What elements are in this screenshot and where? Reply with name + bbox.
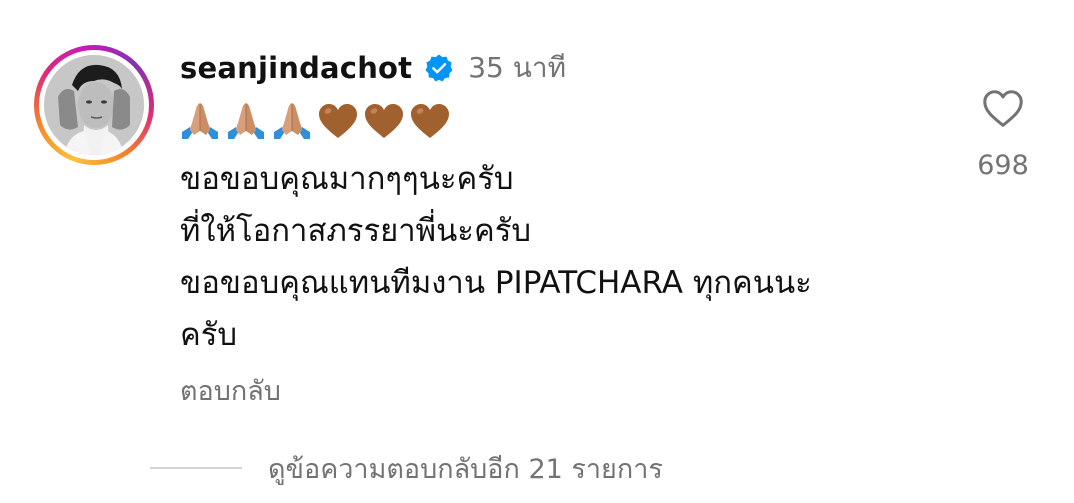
- like-count: 698: [977, 150, 1029, 181]
- comment-line: ที่ให้โอกาสภรรยาพี่นะครับ: [180, 213, 532, 249]
- verified-badge-icon: [424, 53, 454, 83]
- emoji-row: [178, 99, 452, 143]
- brown-heart-icon: [408, 99, 452, 143]
- view-replies-label[interactable]: ดูข้อความตอบกลับอีก 21 รายการ: [268, 447, 663, 490]
- view-replies-button[interactable]: ดูข้อความตอบกลับอีก 21 รายการ: [150, 446, 663, 490]
- username-link[interactable]: seanjindachot: [180, 51, 412, 85]
- brown-heart-icon: [316, 99, 360, 143]
- comment-timestamp: 35 นาที: [468, 51, 567, 84]
- reply-button[interactable]: ตอบกลับ: [180, 372, 281, 412]
- avatar[interactable]: [44, 55, 144, 155]
- brown-heart-icon: [362, 99, 406, 143]
- comment-line: ขอขอบคุณมากๆๆนะครับ: [180, 161, 514, 197]
- comment-line: ขอขอบคุณแทนทีมงาน PIPATCHARA ทุกคนนะ: [180, 265, 812, 301]
- folded-hands-icon: [178, 99, 222, 143]
- folded-hands-icon: [270, 99, 314, 143]
- avatar-photo: [44, 55, 144, 155]
- comment-line: ครับ: [180, 317, 238, 353]
- divider-line: [150, 467, 242, 469]
- avatar-gap: [39, 50, 149, 160]
- like-area: 698: [972, 86, 1034, 182]
- folded-hands-icon: [224, 99, 268, 143]
- comment-header: seanjindachot 35 นาที: [180, 48, 566, 88]
- avatar-story-ring[interactable]: [34, 45, 154, 165]
- heart-outline-icon[interactable]: [980, 86, 1026, 132]
- comment-text: ขอขอบคุณมากๆๆนะครับ ที่ให้โอกาสภรรยาพี่น…: [180, 153, 940, 361]
